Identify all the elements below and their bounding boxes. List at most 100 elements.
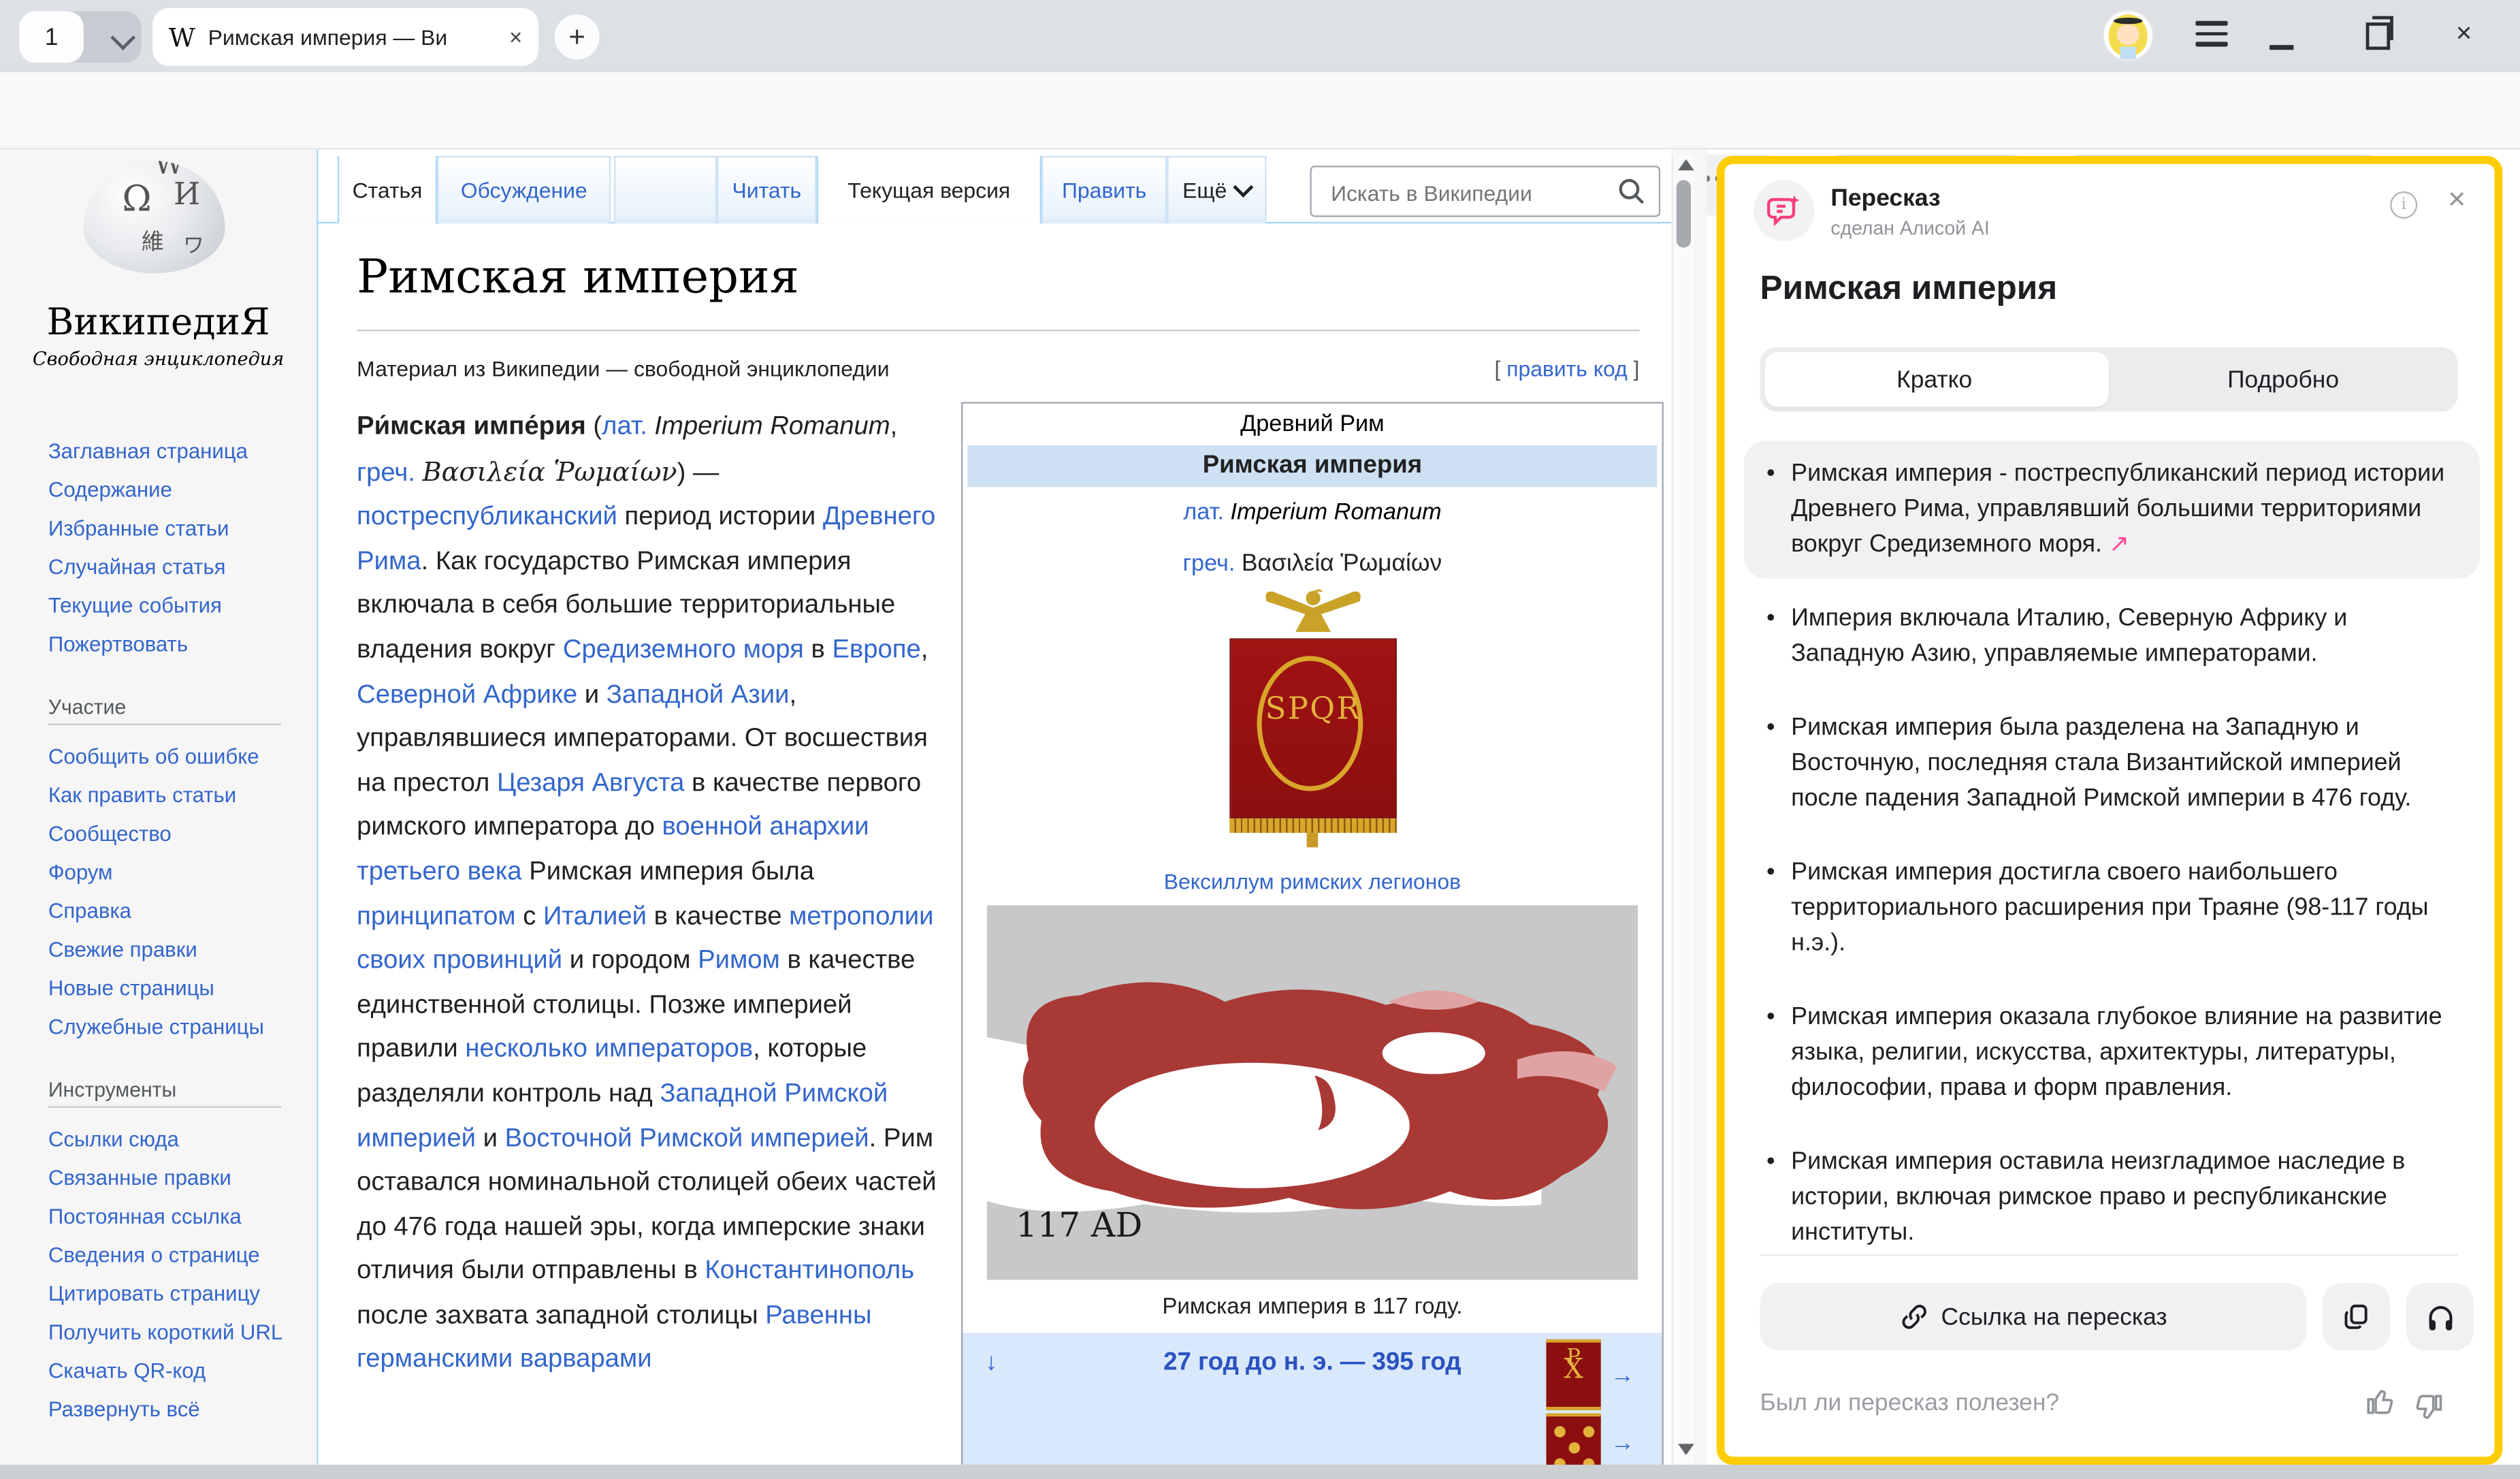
sidebar-link[interactable]: Избранные статьи [48,515,306,543]
sidebar-link[interactable]: Развернуть всё [48,1396,293,1424]
empire-map[interactable]: 117 AD [987,905,1638,1279]
profile-avatar[interactable] [2102,10,2154,61]
title-rule [357,330,1639,331]
edit-code-link[interactable]: [ править код ] [1494,357,1639,381]
summary-bullet-list: •Римская империя - постреспубликанский п… [1744,441,2480,1267]
sidebar-link[interactable]: Заглавная страница [48,437,306,465]
bullet-text: Империя включала Италию, Северную Африку… [1791,601,2457,672]
dots-banner[interactable] [1546,1413,1600,1466]
right-arrow-icon[interactable]: → [1611,1362,1634,1389]
vexillum-banner[interactable]: SPQR [1229,638,1397,818]
infobox-title: Римская империя [967,445,1657,487]
sidebar-link[interactable]: Случайная статья [48,553,306,581]
window-close-button[interactable]: × [2456,18,2472,50]
tab-current-version[interactable]: Текущая версия [816,156,1041,223]
labarum-banner[interactable]: X P [1546,1339,1600,1410]
sidebar-link[interactable]: Содержание [48,476,306,504]
map-caption: Римская империя в 117 году. [963,1292,1662,1318]
tab-talk[interactable]: Обсуждение [437,156,611,223]
sidebar-link[interactable]: Служебные страницы [48,1013,306,1041]
article-link[interactable]: Римом [698,946,780,975]
article-link[interactable]: Западной Азии [607,680,790,709]
sidebar-link[interactable]: Пожертвовать [48,631,306,658]
sidebar-link[interactable]: Текущие события [48,592,306,620]
panel-close-icon[interactable]: × [2448,183,2466,219]
bullet-dot: • [1766,1000,1775,1107]
restore-button[interactable] [2366,22,2390,50]
tab-read[interactable]: Читать [717,156,816,223]
article-link[interactable]: греч. [357,458,415,487]
sidebar-link[interactable]: Постоянная ссылка [48,1203,293,1230]
article-text: ( [586,411,602,441]
vexillum-caption-link[interactable]: Вексиллум римских легионов [963,870,1662,893]
greek-label-link[interactable]: греч. [1183,552,1235,577]
chevron-down-icon [1233,177,1254,197]
sidebar-link[interactable]: Сообщество [48,820,306,848]
sidebar-link[interactable]: Ссылки сюда [48,1126,293,1154]
tab-counter-badge[interactable]: 1 [19,12,83,63]
sidebar-link[interactable]: Скачать QR-код [48,1357,293,1385]
scrollbar-down-icon[interactable] [1678,1444,1694,1455]
wiki-search-input[interactable] [1327,169,1623,217]
article-link[interactable]: Цезаря Августа [497,768,684,797]
sidebar-link[interactable]: Новые страницы [48,974,306,1002]
thumbs-down-icon[interactable] [2412,1390,2444,1422]
article-link[interactable]: принципатом [357,902,515,931]
link-icon [1899,1303,1928,1332]
infobox-header: Древний Рим [963,411,1662,437]
sidebar-link[interactable]: Как править статьи [48,782,306,810]
right-arrow-icon[interactable]: → [1611,1429,1634,1457]
sidebar-link[interactable]: Форум [48,859,306,887]
article-link[interactable]: лат. [602,411,647,441]
tab-detailed[interactable]: Подробно [2109,347,2457,411]
bottom-scrollbar-strip[interactable] [0,1465,2520,1479]
chevron-down-icon[interactable] [110,25,135,50]
tab-close-icon[interactable]: × [509,24,522,50]
article-link[interactable]: Италией [543,902,647,931]
menu-icon[interactable] [2195,21,2227,53]
tab-spacer [614,156,717,223]
sidebar-link[interactable]: Получить короткий URL [48,1318,293,1346]
info-icon[interactable]: i [2390,191,2417,219]
tab-more-label: Ещё [1182,178,1227,202]
source-arrow-icon[interactable]: ↗ [2102,530,2129,558]
article-link[interactable]: Средиземного моря [563,635,804,665]
sidebar-link[interactable]: Связанные правки [48,1164,293,1192]
article-link[interactable]: несколько императоров [465,1034,753,1064]
sidebar-link[interactable]: Сведения о странице [48,1241,293,1269]
thumbs-up-icon[interactable] [2364,1386,2396,1418]
sidebar-link[interactable]: Сообщить об ошибке [48,743,306,771]
browser-tab[interactable]: W Римская империя — Ви × [152,8,538,66]
listen-button[interactable] [2406,1283,2474,1350]
wikipedia-wordmark[interactable]: ВикипедиЯ [0,302,317,344]
scrollbar-up-icon[interactable] [1678,159,1694,171]
article-link[interactable]: постреспубликанский [357,502,617,531]
article-link[interactable]: Восточной Римской империей [505,1123,869,1152]
tab-short[interactable]: Кратко [1760,347,2109,411]
tab-article[interactable]: Статья [338,156,437,223]
page-scrollbar[interactable] [1672,155,1694,1467]
search-icon[interactable] [1617,177,1646,206]
article-text: Ри́мская импе́рия [357,411,586,441]
minimize-button[interactable] [2269,45,2293,49]
scrollbar-thumb[interactable] [1677,180,1691,247]
sidebar-link[interactable]: Цитировать страницу [48,1280,293,1308]
sidebar-link[interactable]: Справка [48,897,306,925]
summary-link-button[interactable]: Ссылка на пересказ [1760,1283,2307,1350]
article-text: с [516,902,543,931]
new-tab-button[interactable]: + [555,14,600,59]
latin-label-link[interactable]: лат. [1183,500,1224,526]
sidebar-section-participation: Участие [48,695,281,725]
article-link[interactable]: Константинополь [705,1256,914,1286]
tab-more[interactable]: Ещё [1167,156,1266,223]
tab-edit[interactable]: Править [1041,156,1167,223]
summary-bullet: •Римская империя оказала глубокое влияни… [1744,984,2480,1122]
article-link[interactable]: Северной Африке [357,680,577,709]
sidebar-nav-main: Заглавная страница Содержание Избранные ст… [48,437,306,658]
article-text: ) — [677,458,720,487]
wiki-search-box[interactable] [1310,165,1660,217]
copy-button[interactable] [2323,1283,2390,1350]
infobox-greek-name: греч. Βασιλεία Ῥωμαίων [963,542,1662,586]
article-link[interactable]: Европе [832,635,920,665]
sidebar-link[interactable]: Свежие правки [48,936,306,964]
